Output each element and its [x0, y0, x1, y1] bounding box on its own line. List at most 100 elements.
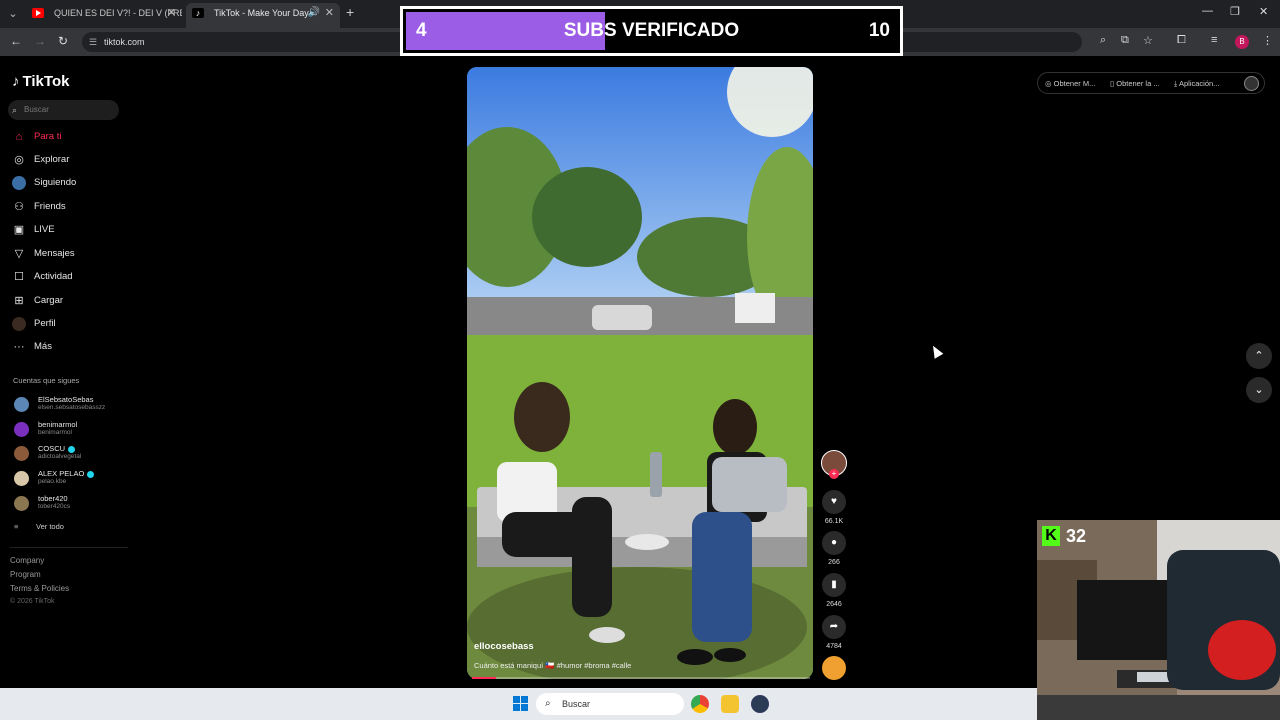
sidebar-item-mensajes[interactable]: ▽ Mensajes [12, 245, 75, 263]
sidebar-item-perfil[interactable]: Perfil [12, 315, 56, 333]
next-video-button[interactable]: ⌄ [1246, 377, 1272, 403]
previous-video-button[interactable]: ⌃ [1246, 343, 1272, 369]
more-icon: ··· [13, 341, 25, 353]
new-tab-button[interactable]: + [346, 4, 354, 20]
pinned-app-icon[interactable] [751, 695, 769, 713]
avatar [14, 422, 29, 437]
footer-link-terms[interactable]: Terms & Policies [10, 584, 69, 593]
back-icon[interactable]: ← [10, 34, 22, 48]
copyright-text: © 2026 TikTok [10, 598, 55, 605]
close-tab-icon[interactable]: ✕ [325, 3, 334, 23]
get-coins-link[interactable]: ◎ Obtener M... [1045, 79, 1095, 88]
sidebar-item-label: LIVE [34, 224, 55, 235]
sidebar-item-actividad[interactable]: ☐ Actividad [12, 268, 73, 286]
install-app-icon[interactable]: ⧉ [1121, 34, 1129, 47]
browser-tab-tiktok[interactable]: ♪ TikTok - Make Your Day 🔊 ✕ [186, 3, 340, 28]
footer-link-program[interactable]: Program [10, 570, 41, 579]
sidebar-item-siguiendo[interactable]: Siguiendo [12, 174, 76, 192]
footer-link-company[interactable]: Company [10, 556, 44, 565]
browser-profile-avatar[interactable]: B [1235, 35, 1249, 49]
get-app-link[interactable]: ▯ Obtener la ... [1110, 79, 1160, 88]
windows-start-icon[interactable] [513, 696, 529, 712]
sidebar-item-label: Actividad [34, 271, 73, 282]
coin-icon: ◎ [1045, 79, 1052, 88]
tab-search-chevron-icon[interactable]: ⌄ [4, 5, 22, 23]
chevron-down-icon: ⌄ [1254, 384, 1264, 396]
account-handle: elsen.sebsatosebasszz [38, 404, 106, 411]
subs-goal-title: SUBS VERIFICADO [563, 20, 740, 41]
tiktok-logo[interactable]: ♪ TikTok [12, 73, 69, 90]
video-player[interactable] [467, 67, 813, 679]
windows-taskbar: ⌕ Buscar [0, 688, 1037, 720]
sidebar-item-label: Mensajes [34, 248, 75, 259]
follow-plus-icon[interactable]: + [829, 469, 839, 479]
get-coins-label: Obtener M... [1053, 79, 1096, 88]
zoom-icon[interactable]: ⌕ [1100, 34, 1106, 47]
search-icon: ⌕ [545, 698, 551, 709]
minimize-icon[interactable]: — [1202, 5, 1213, 17]
video-author-username[interactable]: ellocosebass [474, 641, 534, 652]
comment-bubble-icon: ● [830, 537, 838, 548]
sidebar-divider [10, 547, 128, 548]
browser-tab-youtube[interactable]: QUIEN ES DEI V?! - DEI V (FREES ✕ [26, 3, 182, 28]
streamer-webcam [1037, 520, 1280, 720]
media-control-icon[interactable]: ≡ [1211, 34, 1217, 46]
reload-icon[interactable]: ↻ [58, 34, 68, 48]
sidebar-item-label: Friends [34, 201, 66, 212]
verified-badge-icon [87, 470, 95, 478]
paper-plane-icon: ▽ [14, 248, 24, 260]
get-app-bar: ◎ Obtener M... ▯ Obtener la ... ⤓ Aplica… [1037, 72, 1265, 94]
maximize-icon[interactable]: ❐ [1230, 5, 1240, 18]
chevron-up-icon: ⌃ [1254, 350, 1264, 362]
account-name-row: ALEX PELAO [38, 469, 95, 478]
chrome-app-icon[interactable] [691, 695, 709, 713]
friends-icon: ⚇ [14, 201, 24, 213]
save-button[interactable]: ▮ [822, 573, 846, 597]
list-icon: ≡ [14, 522, 19, 531]
account-name: COSCU [38, 444, 66, 453]
sidebar-item-label: Cargar [34, 295, 64, 306]
upload-icon: ⊞ [14, 295, 24, 307]
sidebar-item-friends[interactable]: ⚇ Friends [12, 198, 66, 216]
kick-logo-icon: K [1042, 526, 1060, 546]
file-explorer-icon[interactable] [721, 695, 739, 713]
taskbar-search-placeholder: Buscar [562, 699, 591, 709]
extensions-icon[interactable]: ⧠ [1177, 34, 1186, 47]
avatar [14, 496, 29, 511]
tab-title: QUIEN ES DEI V?! - DEI V (FREES [54, 8, 182, 18]
forward-icon[interactable]: → [34, 34, 46, 48]
bookmark-star-icon[interactable]: ☆ [1143, 34, 1153, 47]
like-button[interactable]: ♥ [822, 490, 846, 514]
desktop-app-link[interactable]: ⤓ Aplicación... [1174, 79, 1219, 89]
sidebar-item-mas[interactable]: ··· Más [12, 338, 52, 356]
sidebar-item-para-ti[interactable]: ⌂ Para ti [12, 128, 62, 146]
user-avatar[interactable] [1244, 76, 1259, 91]
taskbar-search-input[interactable]: ⌕ Buscar [536, 693, 684, 715]
account-name: ElSebsatoSebas [38, 395, 94, 404]
share-count: 4784 [826, 643, 842, 650]
sidebar-item-label: Siguiendo [34, 177, 77, 188]
music-disc-icon[interactable] [822, 656, 846, 680]
sidebar-item-live[interactable]: ▣ LIVE [12, 221, 55, 239]
close-tab-icon[interactable]: ✕ [167, 3, 176, 23]
avatar [14, 397, 29, 412]
video-progress-bar[interactable] [472, 677, 810, 679]
browser-menu-icon[interactable]: ⋮ [1262, 34, 1273, 47]
account-handle: benimarmol [38, 429, 72, 436]
youtube-favicon-icon [32, 8, 44, 18]
video-caption: Cuánto está maniquí 🇨🇱 #humor #broma #ca… [474, 661, 632, 670]
close-window-icon[interactable]: ✕ [1259, 5, 1268, 18]
account-name: ALEX PELAO [38, 469, 85, 478]
account-name: benimarmol [38, 420, 78, 429]
share-button[interactable]: ➦ [822, 615, 846, 639]
sidebar-item-label: Más [34, 341, 52, 352]
sidebar-item-explorar[interactable]: ◎ Explorar [12, 151, 69, 169]
sidebar-search-input[interactable]: ⌕ Buscar [8, 100, 119, 120]
speaker-icon[interactable]: 🔊 [308, 3, 320, 23]
site-settings-icon[interactable]: ☰ [89, 32, 97, 52]
comment-button[interactable]: ● [822, 531, 846, 555]
see-all-following-link[interactable]: ≡ Ver todo [14, 522, 64, 531]
avatar [14, 471, 29, 486]
sidebar-item-cargar[interactable]: ⊞ Cargar [12, 292, 63, 310]
kick-viewer-count: 32 [1066, 526, 1087, 546]
